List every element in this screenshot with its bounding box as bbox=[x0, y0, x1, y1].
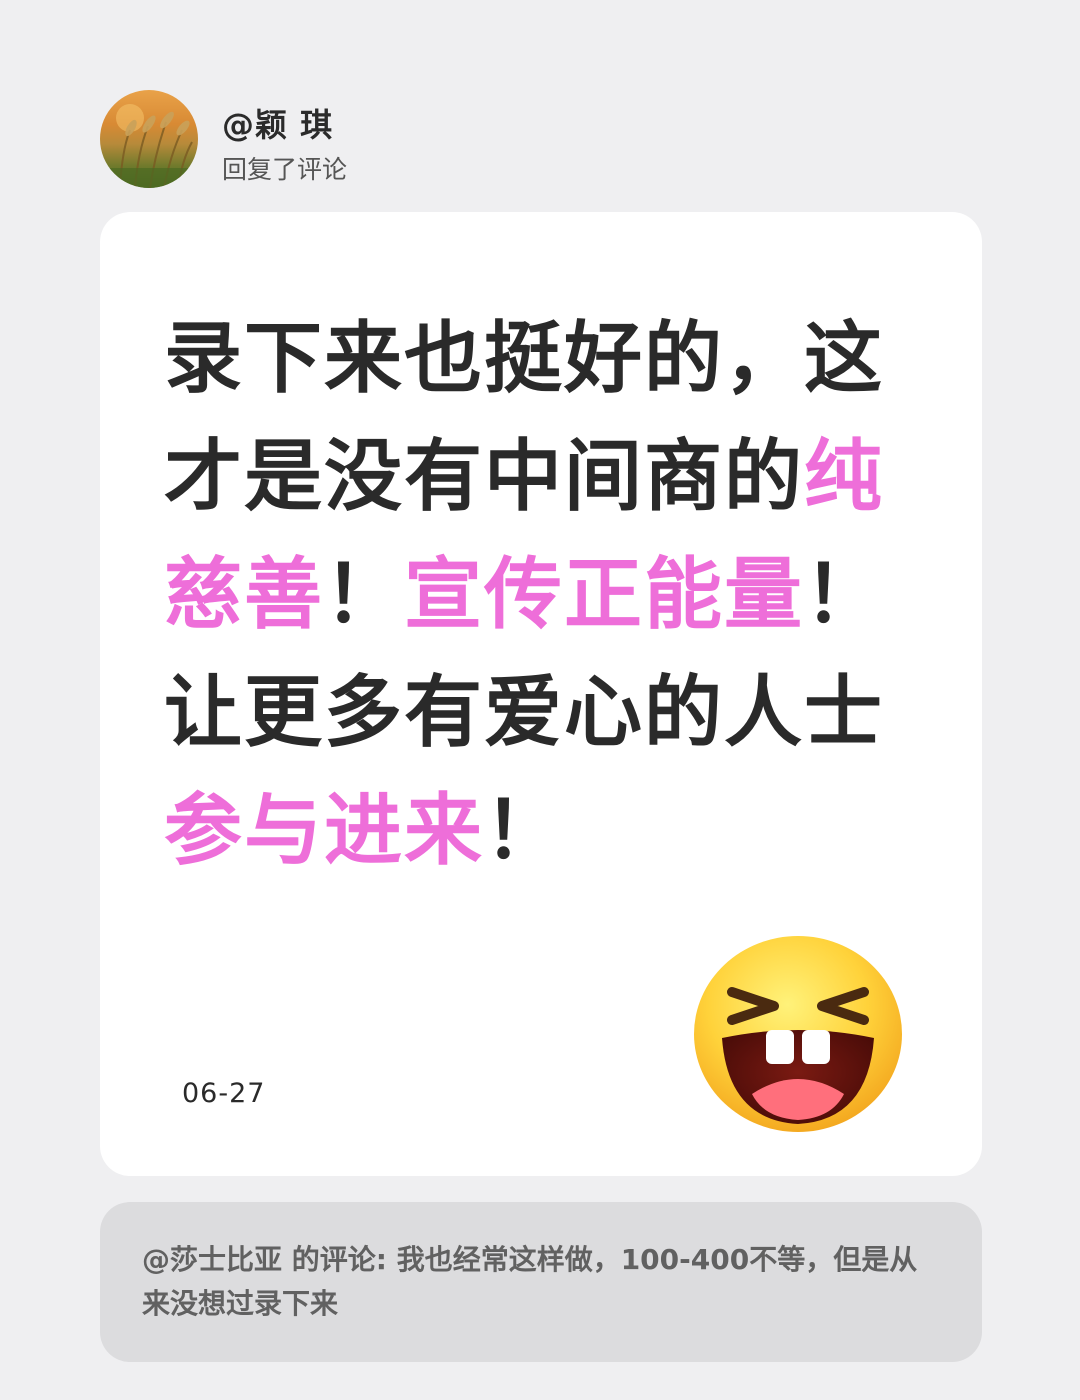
reply-text-segment: ！ bbox=[484, 786, 565, 876]
reply-card: 录下来也挺好的，这才是没有中间商的纯慈善！宣传正能量！让更多有爱心的人士参与进来… bbox=[100, 212, 982, 1176]
reply-text: 录下来也挺好的，这才是没有中间商的纯慈善！宣传正能量！让更多有爱心的人士参与进来… bbox=[164, 300, 934, 890]
reply-date: 06-27 bbox=[182, 1078, 266, 1109]
reply-text-highlight: 宣传正能量 bbox=[404, 550, 805, 640]
avatar-image bbox=[100, 104, 198, 188]
username[interactable]: @颖 琪 bbox=[222, 100, 333, 146]
reply-text-segment: ！ bbox=[324, 550, 405, 640]
reply-action-label: 回复了评论 bbox=[222, 155, 348, 184]
avatar[interactable] bbox=[100, 90, 198, 188]
quoted-comment-text: @莎士比亚 的评论: 我也经常这样做，100-400不等，但是从来没想过录下来 bbox=[142, 1243, 918, 1320]
comment-header: @颖 琪 回复了评论 bbox=[100, 90, 600, 190]
reply-text-segment: 录下来也挺好的，这才是没有中间商的 bbox=[164, 314, 885, 522]
reply-text-highlight: 参与进来 bbox=[164, 786, 485, 876]
quoted-comment[interactable]: @莎士比亚 的评论: 我也经常这样做，100-400不等，但是从来没想过录下来 bbox=[100, 1202, 982, 1362]
laughing-face-icon bbox=[692, 934, 910, 1134]
